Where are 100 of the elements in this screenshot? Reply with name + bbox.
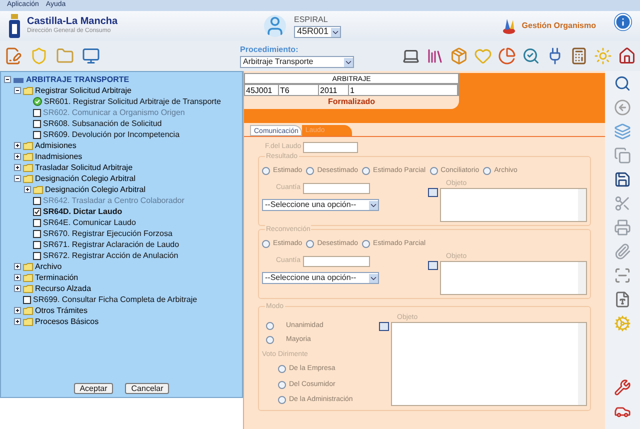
tree-item[interactable]: SR670. Registrar Ejecución Forzosa [43, 228, 172, 240]
document-icon[interactable] [4, 47, 22, 65]
radio-button[interactable] [306, 166, 314, 175]
select-field[interactable]: --Seleccione una opción-- [262, 272, 379, 284]
dialog-button[interactable]: Cancelar [125, 383, 170, 394]
radio-button[interactable] [430, 166, 438, 175]
radio-button[interactable] [262, 240, 270, 248]
organism-logo-icon [502, 17, 516, 35]
radio-button[interactable] [362, 240, 370, 248]
radio-button[interactable] [266, 322, 274, 330]
expand-icon[interactable] [14, 318, 21, 325]
tree-item[interactable]: SR699. Consultar Ficha Completa de Arbitraje [33, 294, 198, 306]
select-field[interactable]: --Seleccione una opción-- [262, 199, 379, 211]
tree-folder[interactable]: Archivo [35, 260, 62, 272]
tree-item[interactable]: SR64E. Comunicar Laudo [43, 216, 136, 228]
checkbox[interactable] [33, 120, 41, 128]
checkbox[interactable] [33, 230, 41, 238]
radio-button[interactable] [262, 166, 270, 175]
user-label: ESPIRAL [294, 14, 329, 26]
tree-folder[interactable]: Recurso Alzada [35, 282, 92, 294]
expand-icon[interactable] [14, 263, 21, 270]
input-field[interactable] [302, 183, 370, 194]
tree-item[interactable]: SR601. Registrar Solicitud Arbitraje de Transporte [44, 96, 221, 108]
lookup-icon[interactable] [428, 261, 438, 270]
printer-icon[interactable] [614, 219, 631, 236]
scrollbar-icon [578, 322, 586, 404]
record-cell: 45J001 [245, 85, 279, 95]
tree-folder[interactable]: Admisiones [35, 140, 76, 152]
tree-item[interactable]: SR608. Subsanación de Solicitud [43, 118, 162, 130]
scrollbar-icon [578, 262, 586, 294]
procedure-select[interactable]: Arbitraje Transporte [240, 56, 354, 68]
dialog-button[interactable]: Aceptar [74, 383, 114, 394]
paperclip-icon[interactable] [614, 243, 631, 260]
expand-icon[interactable] [14, 274, 21, 281]
record-cell: 1 [349, 85, 458, 95]
collapse-icon[interactable] [14, 87, 21, 94]
expand-icon[interactable] [14, 164, 21, 171]
checkbox[interactable] [33, 218, 41, 226]
wrench-icon[interactable] [614, 379, 631, 396]
tree-folder[interactable]: Terminación [35, 272, 78, 284]
search-icon[interactable] [614, 75, 631, 92]
monitor-icon[interactable] [82, 47, 100, 65]
input-field[interactable] [303, 142, 358, 153]
radio-button[interactable] [266, 336, 274, 344]
expand-icon[interactable] [24, 186, 31, 193]
radio-button[interactable] [306, 240, 314, 248]
layers-icon[interactable] [614, 123, 631, 140]
lookup-icon[interactable] [428, 188, 438, 197]
expand-icon[interactable] [14, 307, 21, 314]
info-icon[interactable] [614, 13, 632, 31]
print-text-icon[interactable] [614, 291, 631, 308]
collapse-icon[interactable] [14, 175, 21, 182]
radio-button[interactable] [278, 380, 286, 389]
procedure-label: Procedimiento: [240, 44, 300, 56]
tree-item[interactable]: SR64D. Dictar Laudo [43, 206, 122, 218]
collapse-icon[interactable] [4, 76, 11, 83]
scissors-icon[interactable] [614, 195, 631, 212]
lookup-icon[interactable] [379, 322, 389, 330]
tree-folder[interactable]: Trasladar Solicitud Arbitraje [35, 162, 133, 174]
radio-button[interactable] [278, 365, 286, 374]
copy-icon[interactable] [614, 147, 631, 164]
expand-icon[interactable] [14, 285, 21, 292]
radio-button[interactable] [483, 166, 492, 175]
home-icon[interactable] [618, 47, 636, 65]
scanner-icon[interactable] [614, 267, 631, 284]
checkbox[interactable] [33, 252, 41, 260]
tree-folder[interactable]: Registrar Solicitud Arbitraje [35, 84, 132, 96]
dropdown-icon [344, 58, 353, 66]
checkbox[interactable] [23, 296, 31, 304]
brand-name: Castilla-La Mancha [27, 16, 118, 27]
save-icon[interactable] [614, 171, 631, 188]
tree-item[interactable]: SR671. Registrar Aclaración de Laudo [43, 238, 180, 250]
tree-folder[interactable]: Designación Colegio Arbitral [35, 172, 136, 184]
tree-item[interactable]: SR672. Registrar Acción de Anulación [43, 250, 178, 262]
box-icon[interactable] [450, 47, 468, 65]
user-select[interactable]: 45R001 [294, 26, 341, 38]
laptop-icon[interactable] [402, 47, 420, 65]
checkbox[interactable] [33, 208, 41, 216]
record-cell: 2011 [319, 85, 349, 95]
radio-button[interactable] [362, 166, 370, 175]
folder-icon [23, 86, 33, 94]
checkbox[interactable] [33, 130, 41, 138]
tree-item[interactable]: SR609. Devolución por Incompetencia [43, 128, 180, 140]
books-icon[interactable] [426, 47, 444, 65]
expand-icon[interactable] [14, 153, 21, 160]
expand-icon[interactable] [14, 142, 21, 149]
radio-button[interactable] [278, 396, 286, 404]
tree-root-icon [13, 76, 24, 84]
crest-icon [8, 13, 21, 39]
input-field[interactable] [302, 256, 370, 267]
organism-label: Gestión Organismo [522, 20, 596, 32]
tree-root[interactable]: ARBITRAJE TRANSPORTE [26, 74, 130, 86]
record-status: Formalizado [326, 96, 376, 108]
checkbox[interactable] [33, 240, 41, 248]
tree-folder[interactable]: Otros Trámites [35, 304, 88, 316]
tree-folder[interactable]: Designación Colegio Arbitral [45, 184, 146, 196]
tree-folder[interactable]: Procesos Básicos [35, 316, 99, 328]
tree-folder[interactable]: Inadmisiones [35, 150, 82, 162]
pie-chart-icon[interactable] [498, 47, 516, 65]
search-icon[interactable] [522, 47, 540, 65]
